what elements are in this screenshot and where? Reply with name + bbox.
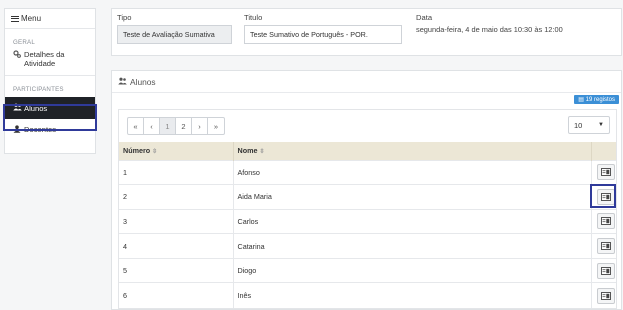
sort-icon: ⇳ (152, 149, 158, 156)
alunos-table: Número ⇳ Nome ⇳ 1 Afonso 2 Aida Maria 3 Carlos 4… (119, 142, 616, 308)
hamburger-icon (11, 14, 19, 23)
cell-numero: 4 (119, 233, 234, 259)
page-1-button[interactable]: 1 (160, 118, 176, 134)
data-value: segunda-feira, 4 de maio das 10:30 às 12… (416, 25, 563, 34)
id-card-icon (600, 217, 611, 226)
section-geral-label: GERAL (13, 39, 35, 46)
menu-toggle[interactable]: Menu (5, 9, 95, 29)
table-row: 6 Inês (119, 282, 616, 308)
id-card-icon (600, 242, 611, 251)
table-row: 5 Diogo (119, 257, 616, 283)
tipo-label: Tipo (117, 13, 132, 22)
view-aluno-button[interactable] (596, 287, 615, 304)
cell-numero: 1 (119, 159, 234, 185)
table-row: 4 Catarina (119, 233, 616, 259)
tipo-field: Teste de Avaliação Sumativa (117, 25, 232, 44)
titulo-field: Teste Sumativo de Português - POR. (244, 25, 402, 44)
column-numero[interactable]: Número ⇳ (119, 142, 234, 160)
prev-page-button[interactable]: ‹ (144, 118, 160, 134)
sidebar-item-detalhes[interactable]: Detalhes da Atividade (5, 46, 95, 76)
cell-nome: Inês (233, 282, 592, 308)
cogs-icon (13, 50, 22, 61)
list-icon: ▤ (578, 97, 586, 103)
cell-numero: 5 (119, 257, 234, 283)
sidebar-item-label: Detalhes da Atividade (24, 50, 65, 68)
panel-title: Alunos (130, 76, 156, 87)
records-badge: ▤ 19 registos (574, 95, 619, 104)
last-page-button[interactable]: » (208, 118, 224, 134)
highlight-row-action (590, 184, 616, 208)
page-size-select[interactable]: 10 ▼ (568, 116, 610, 134)
users-icon (118, 77, 127, 87)
sort-icon: ⇳ (259, 149, 265, 156)
view-aluno-button[interactable] (596, 262, 615, 279)
id-card-icon (600, 168, 611, 177)
cell-action (591, 159, 616, 185)
first-page-button[interactable]: « (128, 118, 144, 134)
column-actions (591, 142, 616, 160)
cell-action (591, 233, 616, 259)
cell-numero: 2 (119, 184, 234, 210)
cell-action (591, 257, 616, 283)
highlight-alunos (3, 104, 97, 131)
alunos-panel: Alunos ▤ 19 registos « ‹ 1 2 › » 10 ▼ Nú… (111, 70, 622, 310)
cell-numero: 6 (119, 282, 234, 308)
column-nome[interactable]: Nome ⇳ (233, 142, 592, 160)
cell-action (591, 282, 616, 308)
page-2-button[interactable]: 2 (176, 118, 192, 134)
section-participantes-label: PARTICIPANTES (13, 86, 64, 93)
menu-label: Menu (21, 14, 42, 23)
cell-nome: Afonso (233, 159, 592, 185)
panel-header: Alunos (112, 71, 621, 93)
records-count: 19 registos (585, 97, 615, 103)
titulo-label: Titulo (244, 13, 263, 22)
view-aluno-button[interactable] (596, 164, 615, 181)
view-aluno-button[interactable] (596, 238, 615, 255)
column-label: Nome (237, 146, 258, 156)
alunos-table-container: « ‹ 1 2 › » 10 ▼ Número ⇳ Nome ⇳ 1 Afonso 2 A… (118, 109, 617, 309)
id-card-icon (600, 266, 611, 275)
view-aluno-button[interactable] (596, 213, 615, 230)
table-row: 2 Aida Maria (119, 184, 616, 210)
table-header-row: Número ⇳ Nome ⇳ (119, 142, 616, 160)
cell-nome: Catarina (233, 233, 592, 259)
table-row: 3 Carlos (119, 208, 616, 234)
page-size-value: 10 (574, 120, 583, 130)
activity-info-card: Tipo Teste de Avaliação Sumativa Titulo … (111, 8, 622, 56)
column-label: Número (123, 146, 151, 156)
cell-nome: Carlos (233, 208, 592, 234)
table-row: 1 Afonso (119, 159, 616, 185)
caret-down-icon: ▼ (598, 122, 604, 128)
cell-action (591, 208, 616, 234)
id-card-icon (600, 291, 611, 300)
cell-nome: Diogo (233, 257, 592, 283)
cell-numero: 3 (119, 208, 234, 234)
cell-nome: Aida Maria (233, 184, 592, 210)
pagination: « ‹ 1 2 › » (127, 117, 225, 135)
next-page-button[interactable]: › (192, 118, 208, 134)
sidebar: Menu GERAL Detalhes da Atividade PARTICI… (4, 8, 96, 154)
data-label: Data (416, 13, 433, 22)
